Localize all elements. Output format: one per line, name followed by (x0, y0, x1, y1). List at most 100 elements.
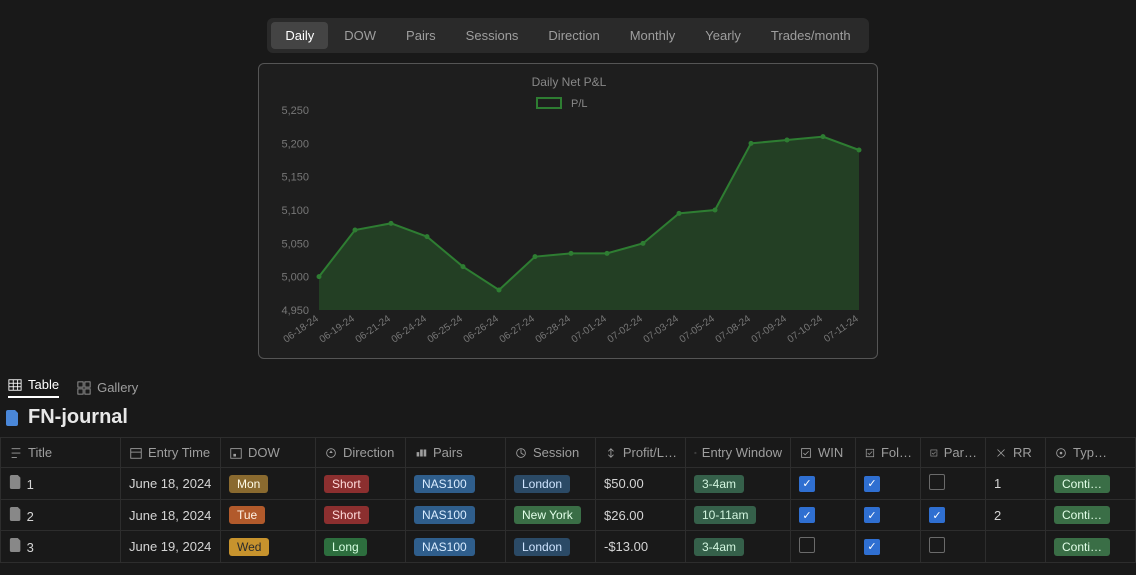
trades-table: Title Entry Time DOWDirection Pairs Session P… (0, 437, 1136, 563)
col-label: Fol… (881, 445, 912, 460)
y-tick: 5,150 (281, 172, 309, 184)
view-tabs: Table Gallery (8, 377, 1136, 398)
col-typ-[interactable]: Typ… (1046, 438, 1136, 468)
checkbox[interactable]: ✓ (799, 507, 815, 523)
x-tick: 06-24-24 (390, 313, 429, 345)
dow-badge: Tue (229, 506, 265, 524)
col-label: WIN (818, 445, 843, 460)
col-label: Profit/L… (623, 445, 677, 460)
col-icon (324, 446, 338, 460)
col-rr[interactable]: RR (986, 438, 1046, 468)
dow-badge: Mon (229, 475, 268, 493)
tab-daily[interactable]: Daily (271, 22, 328, 49)
legend-label: P/L (571, 98, 588, 110)
checkbox[interactable]: ✓ (864, 507, 880, 523)
col-fol-[interactable]: Fol… (856, 438, 921, 468)
col-icon (514, 446, 528, 460)
col-session[interactable]: Session (506, 438, 596, 468)
x-tick: 06-26-24 (462, 313, 501, 345)
rr-value: 1 (986, 468, 1046, 500)
col-win[interactable]: WIN (791, 438, 856, 468)
col-icon (229, 446, 243, 460)
col-label: RR (1013, 445, 1032, 460)
direction-badge: Short (324, 506, 369, 524)
page-icon (9, 507, 23, 521)
col-label: Entry Window (702, 445, 782, 460)
y-tick: 5,050 (281, 238, 309, 250)
col-title[interactable]: Title (1, 438, 121, 468)
x-tick: 07-08-24 (714, 313, 753, 345)
col-entry-time[interactable]: Entry Time (121, 438, 221, 468)
view-tab-label: Table (28, 377, 59, 392)
y-tick: 4,950 (281, 305, 309, 317)
view-tab-gallery[interactable]: Gallery (77, 380, 138, 395)
page-icon (9, 475, 23, 489)
x-tick: 06-19-24 (318, 313, 357, 345)
entry-time: June 19, 2024 (121, 531, 221, 563)
entry-window-badge: 3-4am (694, 538, 744, 556)
checkbox[interactable]: ✓ (799, 476, 815, 492)
checkbox[interactable] (799, 537, 815, 553)
y-tick: 5,250 (281, 105, 309, 117)
col-label: Typ… (1073, 445, 1107, 460)
checkbox[interactable] (929, 474, 945, 490)
chart-point (425, 234, 430, 239)
table-row[interactable]: 3June 19, 2024WedLongNAS100London-$13.00… (1, 531, 1136, 563)
tab-yearly[interactable]: Yearly (691, 22, 755, 49)
col-direction[interactable]: Direction (316, 438, 406, 468)
checkbox[interactable]: ✓ (864, 539, 880, 555)
col-dow[interactable]: DOW (221, 438, 316, 468)
type-badge: Conti… (1054, 506, 1110, 524)
tab-pairs[interactable]: Pairs (392, 22, 450, 49)
chart-point (533, 254, 538, 259)
tab-dow[interactable]: DOW (330, 22, 390, 49)
chart-point (641, 241, 646, 246)
journal-title: FN-journal (28, 406, 128, 429)
legend-swatch (537, 98, 561, 108)
session-badge: London (514, 538, 570, 556)
chart-point (857, 148, 862, 153)
y-tick: 5,200 (281, 138, 309, 150)
col-icon (129, 446, 143, 460)
col-pairs[interactable]: Pairs (406, 438, 506, 468)
chart-card: Daily Net P&LP/L4,9505,0005,0505,1005,15… (258, 63, 878, 359)
direction-badge: Long (324, 538, 367, 556)
x-tick: 06-27-24 (498, 313, 537, 345)
col-icon (1054, 446, 1068, 460)
col-profit-l-[interactable]: Profit/L… (596, 438, 686, 468)
entry-window-badge: 3-4am (694, 475, 744, 493)
chart-area (319, 137, 859, 310)
journal-icon (6, 410, 20, 426)
x-tick: 06-25-24 (426, 313, 465, 345)
col-label: Entry Time (148, 445, 210, 460)
tab-monthly[interactable]: Monthly (616, 22, 690, 49)
chart-point (821, 134, 826, 139)
checkbox[interactable] (929, 537, 945, 553)
col-label: Pairs (433, 445, 463, 460)
type-badge: Conti… (1054, 475, 1110, 493)
table-row[interactable]: 2June 18, 2024TueShortNAS100New York$26.… (1, 500, 1136, 531)
tab-trades-month[interactable]: Trades/month (757, 22, 865, 49)
view-tab-table[interactable]: Table (8, 377, 59, 398)
tab-direction[interactable]: Direction (534, 22, 613, 49)
checkbox[interactable]: ✓ (864, 476, 880, 492)
chart-point (461, 264, 466, 269)
chart-point (749, 141, 754, 146)
x-tick: 07-10-24 (786, 313, 825, 345)
col-entry-window[interactable]: Entry Window (686, 438, 791, 468)
x-tick: 06-18-24 (282, 313, 321, 345)
chart-tabs: DailyDOWPairsSessionsDirectionMonthlyYea… (267, 18, 868, 53)
profit-loss: -$13.00 (596, 531, 686, 563)
table-row[interactable]: 1June 18, 2024MonShortNAS100London$50.00… (1, 468, 1136, 500)
checkbox[interactable]: ✓ (929, 507, 945, 523)
profit-loss: $50.00 (596, 468, 686, 500)
col-par-[interactable]: Par… (921, 438, 986, 468)
chart-point (713, 208, 718, 213)
col-label: Par… (944, 445, 977, 460)
gallery-icon (77, 381, 91, 395)
col-icon (864, 446, 876, 460)
tab-sessions[interactable]: Sessions (452, 22, 533, 49)
rr-value (986, 531, 1046, 563)
col-icon (604, 446, 618, 460)
view-tab-label: Gallery (97, 380, 138, 395)
